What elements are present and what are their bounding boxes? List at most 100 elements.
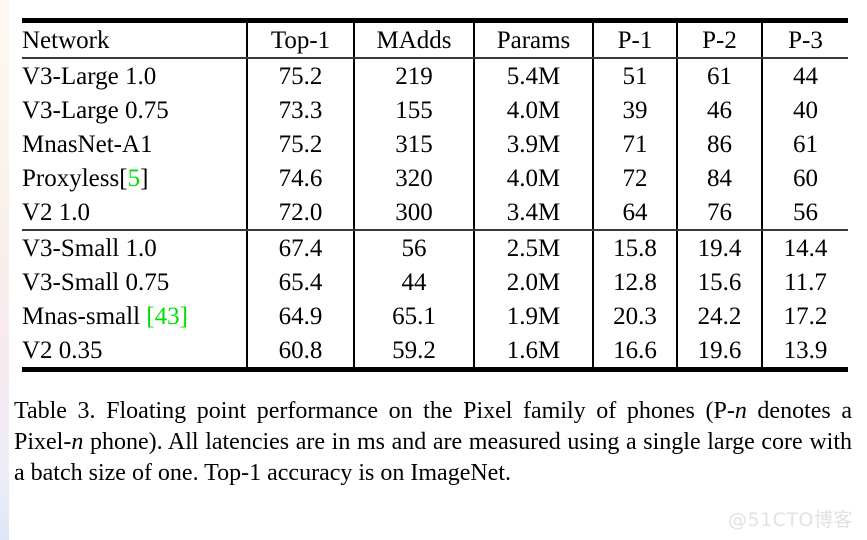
network-name: V3-Small 1.0 bbox=[22, 234, 157, 262]
cell-madds: 300 bbox=[353, 195, 474, 229]
cell-p1: 39 bbox=[592, 93, 677, 127]
cell-top1: 74.6 bbox=[246, 161, 354, 195]
cell-network: V3-Small 1.0 bbox=[22, 231, 247, 265]
cell-top1: 65.4 bbox=[246, 265, 354, 299]
cell-p1: 72 bbox=[592, 161, 677, 195]
cell-network: V3-Large 0.75 bbox=[22, 93, 247, 127]
table-body-large-models: V3-Large 1.0 75.2 219 5.4M 51 61 44 V3-Large 0.… bbox=[22, 59, 848, 229]
cell-p1: 51 bbox=[592, 59, 677, 93]
network-name: V3-Large 0.75 bbox=[22, 96, 169, 124]
table-row: MnasNet-A1 75.2 315 3.9M 71 86 61 bbox=[22, 127, 848, 161]
cell-network: V2 1.0 bbox=[22, 195, 247, 229]
cell-p2: 86 bbox=[676, 127, 762, 161]
cell-p1: 16.6 bbox=[592, 333, 677, 367]
cell-top1: 75.2 bbox=[246, 127, 354, 161]
cell-p2: 84 bbox=[676, 161, 762, 195]
table-row: V3-Small 0.75 65.4 44 2.0M 12.8 15.6 11.7 bbox=[22, 265, 848, 299]
cell-network: MnasNet-A1 bbox=[22, 127, 247, 161]
table-row: Proxyless[5] 74.6 320 4.0M 72 84 60 bbox=[22, 161, 848, 195]
document-page: Network Top-1 MAdds Params P-1 P-2 P-3 V… bbox=[0, 0, 867, 540]
cell-top1: 75.2 bbox=[246, 59, 354, 93]
cell-top1: 73.3 bbox=[246, 93, 354, 127]
table-row: V3-Large 0.75 73.3 155 4.0M 39 46 40 bbox=[22, 93, 848, 127]
cell-p3: 44 bbox=[761, 59, 848, 93]
cell-network: V3-Large 1.0 bbox=[22, 59, 247, 93]
cell-p2: 61 bbox=[676, 59, 762, 93]
cell-p1: 64 bbox=[592, 195, 677, 229]
site-watermark: @51CTO博客 bbox=[727, 509, 853, 531]
cell-p2: 24.2 bbox=[676, 299, 762, 333]
cell-p3: 60 bbox=[761, 161, 848, 195]
network-name: V2 0.35 bbox=[22, 336, 103, 364]
cell-top1: 72.0 bbox=[246, 195, 354, 229]
cell-params: 4.0M bbox=[473, 93, 593, 127]
cell-p3: 61 bbox=[761, 127, 848, 161]
cell-p2: 15.6 bbox=[676, 265, 762, 299]
table-bottom-rule bbox=[22, 367, 848, 372]
column-header-top1: Top-1 bbox=[246, 23, 354, 57]
cell-madds: 155 bbox=[353, 93, 474, 127]
cell-p1: 15.8 bbox=[592, 231, 677, 265]
network-name: V3-Large 1.0 bbox=[22, 62, 157, 90]
caption-italic-n-2: n bbox=[71, 429, 84, 455]
table-row: V3-Large 1.0 75.2 219 5.4M 51 61 44 bbox=[22, 59, 848, 93]
cell-madds: 219 bbox=[353, 59, 474, 93]
cell-network: Mnas-small [43] bbox=[22, 299, 247, 333]
cell-network: Proxyless[5] bbox=[22, 161, 247, 195]
cell-p3: 13.9 bbox=[761, 333, 848, 367]
network-name: V2 1.0 bbox=[22, 198, 91, 226]
network-name: MnasNet-A1 bbox=[22, 130, 153, 158]
large-models-rows: V3-Large 1.0 75.2 219 5.4M 51 61 44 V3-Large 0.… bbox=[22, 59, 848, 229]
cell-p2: 19.6 bbox=[676, 333, 762, 367]
cell-top1: 64.9 bbox=[246, 299, 354, 333]
cell-p3: 11.7 bbox=[761, 265, 848, 299]
cell-p1: 20.3 bbox=[592, 299, 677, 333]
table-row: V2 1.0 72.0 300 3.4M 64 76 56 bbox=[22, 195, 848, 229]
cell-p3: 40 bbox=[761, 93, 848, 127]
cell-params: 2.0M bbox=[473, 265, 593, 299]
cell-p3: 17.2 bbox=[761, 299, 848, 333]
cell-p3: 56 bbox=[761, 195, 848, 229]
column-header-madds: MAdds bbox=[353, 23, 474, 57]
caption-italic-n-1: n bbox=[734, 398, 747, 424]
cell-params: 2.5M bbox=[473, 231, 593, 265]
column-header-params: Params bbox=[473, 23, 593, 57]
citation-link[interactable]: [43] bbox=[146, 303, 188, 330]
cell-params: 1.6M bbox=[473, 333, 593, 367]
performance-table: Network Top-1 MAdds Params P-1 P-2 P-3 V… bbox=[22, 18, 848, 372]
cell-params: 4.0M bbox=[473, 161, 593, 195]
cell-p2: 76 bbox=[676, 195, 762, 229]
cell-top1: 60.8 bbox=[246, 333, 354, 367]
table-header: Network Top-1 MAdds Params P-1 P-2 P-3 bbox=[22, 23, 848, 57]
cell-params: 5.4M bbox=[473, 59, 593, 93]
network-name: Mnas-small bbox=[22, 302, 147, 330]
network-name: V3-Small 0.75 bbox=[22, 268, 170, 296]
cell-madds: 44 bbox=[353, 265, 474, 299]
cell-p2: 46 bbox=[676, 93, 762, 127]
column-header-network: Network bbox=[22, 26, 110, 54]
header-row: Network Top-1 MAdds Params P-1 P-2 P-3 bbox=[22, 23, 848, 57]
table-row: V2 0.35 60.8 59.2 1.6M 16.6 19.6 13.9 bbox=[22, 333, 848, 367]
cell-p3: 14.4 bbox=[761, 231, 848, 265]
cell-p1: 71 bbox=[592, 127, 677, 161]
cell-p1: 12.8 bbox=[592, 265, 677, 299]
table-row: V3-Small 1.0 67.4 56 2.5M 15.8 19.4 14.4 bbox=[22, 231, 848, 265]
table-body-small-models: V3-Small 1.0 67.4 56 2.5M 15.8 19.4 14.4 V3-Sma… bbox=[22, 231, 848, 367]
cell-network: V3-Small 0.75 bbox=[22, 265, 247, 299]
caption-text-part1: Floating point performance on the Pixel … bbox=[95, 398, 735, 424]
table-caption: Table 3. Floating point performance on t… bbox=[14, 396, 852, 489]
small-models-rows: V3-Small 1.0 67.4 56 2.5M 15.8 19.4 14.4 V3-Sma… bbox=[22, 231, 848, 367]
cell-params: 3.4M bbox=[473, 195, 593, 229]
citation-link[interactable]: [5] bbox=[119, 165, 148, 192]
caption-text-part3: phone). All latencies are in ms and are … bbox=[14, 429, 852, 486]
table-row: Mnas-small [43] 64.9 65.1 1.9M 20.3 24.2 17.2 bbox=[22, 299, 848, 333]
cell-p2: 19.4 bbox=[676, 231, 762, 265]
cell-madds: 65.1 bbox=[353, 299, 474, 333]
cell-madds: 320 bbox=[353, 161, 474, 195]
cell-params: 3.9M bbox=[473, 127, 593, 161]
cell-madds: 315 bbox=[353, 127, 474, 161]
cell-top1: 67.4 bbox=[246, 231, 354, 265]
network-name: Proxyless bbox=[22, 164, 120, 192]
citation-number[interactable]: 5 bbox=[128, 165, 141, 192]
cell-network: V2 0.35 bbox=[22, 333, 247, 367]
